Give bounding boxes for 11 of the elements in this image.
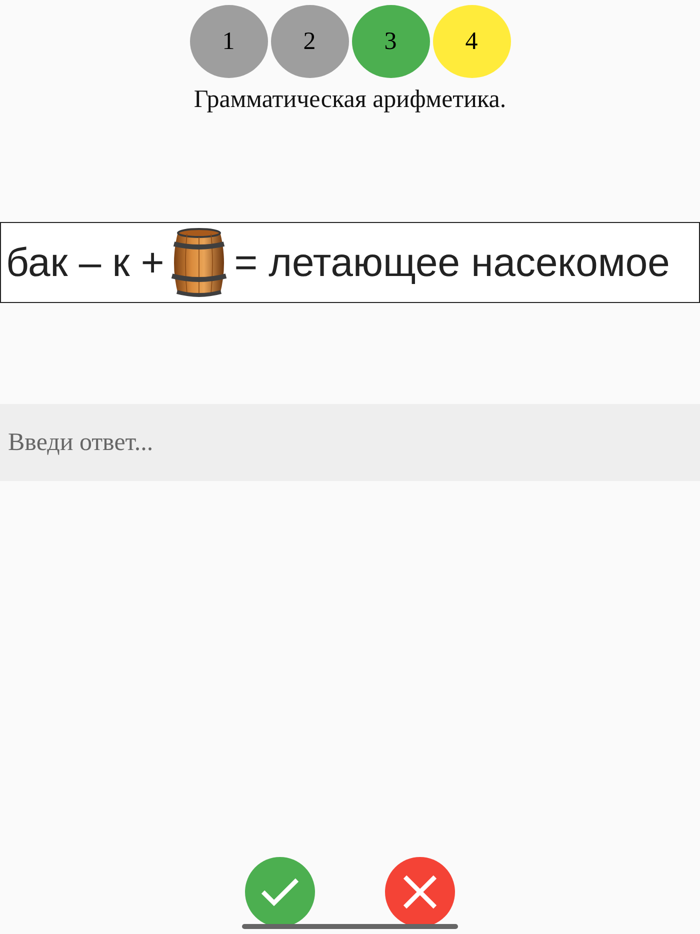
riddle-text: = летающее насекомое <box>234 240 670 286</box>
step-indicator[interactable]: 4 <box>432 5 510 78</box>
step-indicator[interactable]: 2 <box>270 5 348 78</box>
answer-field[interactable]: Введи ответ... <box>0 404 700 481</box>
exercise-title: Грамматическая арифметика. <box>194 86 506 114</box>
step-indicator[interactable]: 3 <box>352 5 430 78</box>
barrel-icon <box>170 228 228 298</box>
close-icon <box>403 875 437 909</box>
riddle-text: бак – к + <box>6 240 164 286</box>
step-indicator[interactable]: 1 <box>190 5 268 78</box>
check-icon <box>260 877 300 907</box>
